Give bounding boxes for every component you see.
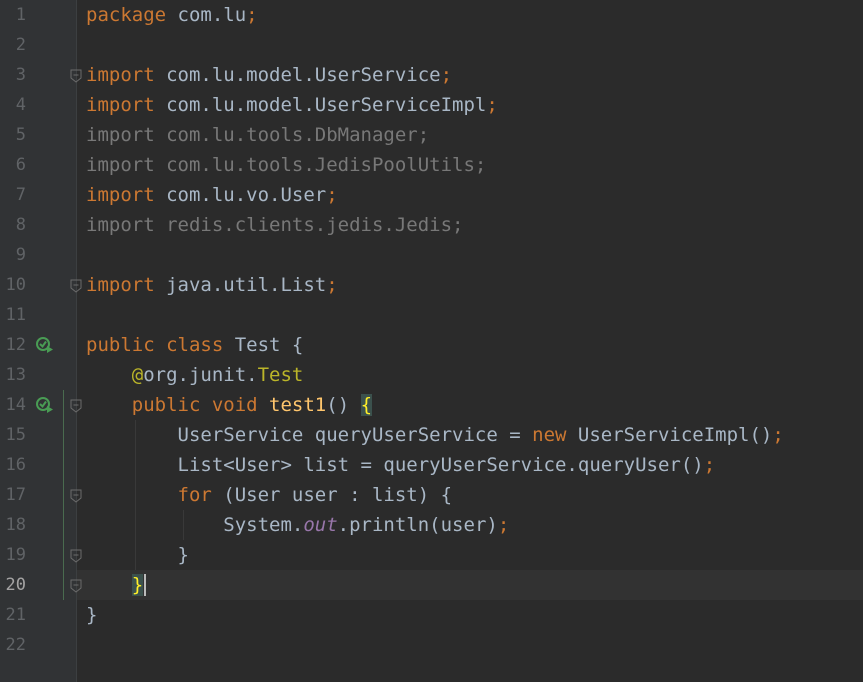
- code-token: package: [86, 4, 178, 26]
- code-token: com.lu.vo.User: [166, 184, 327, 206]
- code-token: ;: [497, 514, 510, 536]
- code-token: UserService queryUserService =: [86, 424, 533, 446]
- code-token: (User user : list) {: [223, 484, 453, 506]
- code-line[interactable]: package com.lu;: [86, 0, 258, 30]
- code-token: }: [86, 604, 98, 626]
- method-scope-marker: [63, 390, 64, 600]
- line-number: 4: [15, 95, 26, 115]
- code-token: org.junit.: [143, 364, 258, 386]
- code-token: UserServiceImpl(): [577, 424, 773, 446]
- code-token: import: [86, 94, 167, 116]
- fold-toggle-icon[interactable]: [70, 488, 82, 503]
- line-number: 16: [5, 455, 26, 475]
- fold-toggle-icon[interactable]: [70, 278, 82, 293]
- code-line[interactable]: import java.util.List;: [86, 270, 338, 300]
- code-token: }: [131, 574, 144, 596]
- current-line-highlight: [77, 570, 863, 600]
- code-token: ;: [326, 184, 338, 206]
- code-token: ;: [326, 274, 338, 296]
- line-number: 13: [5, 365, 26, 385]
- code-line[interactable]: }: [86, 600, 97, 630]
- line-number: 19: [5, 545, 26, 565]
- code-line[interactable]: UserService queryUserService = new UserS…: [86, 420, 784, 450]
- code-token: test1: [269, 394, 327, 416]
- line-number: 9: [15, 245, 26, 265]
- code-token: ;: [703, 454, 716, 476]
- code-token: import: [86, 184, 167, 206]
- code-token: import com.lu.tools.DbManager;: [86, 124, 430, 146]
- code-token: public class: [86, 334, 235, 356]
- line-number: 10: [5, 275, 26, 295]
- code-line[interactable]: public void test1() {: [86, 390, 373, 420]
- line-number: 14: [5, 395, 26, 415]
- code-token: @: [131, 364, 144, 386]
- code-token: System.: [86, 514, 304, 536]
- code-token: out: [303, 514, 338, 536]
- code-line[interactable]: for (User user : list) {: [86, 480, 453, 510]
- code-token: {: [360, 394, 373, 416]
- code-line[interactable]: import redis.clients.jedis.Jedis;: [86, 210, 464, 240]
- code-editor[interactable]: 1 package com.lu; 2 3 import com.lu.model.Us…: [0, 0, 863, 682]
- fold-toggle-icon[interactable]: [70, 68, 82, 83]
- line-number: 8: [15, 215, 26, 235]
- code-token: for: [177, 484, 224, 506]
- code-line[interactable]: import com.lu.tools.DbManager;: [86, 120, 429, 150]
- line-number: 20: [5, 575, 26, 595]
- code-token: ;: [246, 4, 258, 26]
- code-token: }: [86, 544, 189, 566]
- code-token: java.util.List: [166, 274, 327, 296]
- line-number: 2: [15, 35, 26, 55]
- code-line[interactable]: import com.lu.model.UserServiceImpl;: [86, 90, 498, 120]
- code-line[interactable]: import com.lu.vo.User;: [86, 180, 338, 210]
- line-number: 15: [5, 425, 26, 445]
- code-line[interactable]: import com.lu.tools.JedisPoolUtils;: [86, 150, 486, 180]
- code-token: Test: [257, 364, 304, 386]
- fold-toggle-icon[interactable]: [70, 548, 82, 563]
- code-token: com.lu: [177, 4, 247, 26]
- code-token: import: [86, 64, 167, 86]
- code-token: com.lu.model.UserService: [166, 64, 441, 86]
- code-line[interactable]: import com.lu.model.UserService;: [86, 60, 452, 90]
- code-token: import com.lu.tools.JedisPoolUtils;: [86, 154, 487, 176]
- code-token: new: [532, 424, 578, 446]
- line-number: 17: [5, 485, 26, 505]
- code-token: ;: [440, 64, 453, 86]
- code-token: ;: [772, 424, 784, 446]
- line-number: 7: [15, 185, 26, 205]
- code-line[interactable]: List<User> list = queryUserService.query…: [86, 450, 716, 480]
- code-token: Test {: [234, 334, 304, 356]
- code-token: com.lu.model.UserServiceImpl: [166, 94, 487, 116]
- code-line[interactable]: System.out.println(user);: [86, 510, 509, 540]
- code-token: (): [326, 394, 361, 416]
- code-token: import redis.clients.jedis.Jedis;: [86, 214, 464, 236]
- code-line[interactable]: }: [86, 540, 189, 570]
- code-token: .println(user): [337, 514, 498, 536]
- line-number: 12: [5, 335, 26, 355]
- line-number: 3: [15, 65, 26, 85]
- fold-toggle-icon[interactable]: [70, 578, 82, 593]
- fold-toggle-icon[interactable]: [70, 398, 82, 413]
- code-token: ;: [486, 94, 498, 116]
- code-token: List<User> list = queryUserService.query…: [86, 454, 704, 476]
- line-number: 5: [15, 125, 26, 145]
- code-line[interactable]: }: [86, 570, 144, 600]
- line-number: 22: [5, 635, 26, 655]
- code-line[interactable]: @org.junit.Test: [86, 360, 304, 390]
- line-number: 1: [15, 5, 26, 25]
- line-number: 18: [5, 515, 26, 535]
- code-token: import: [86, 274, 167, 296]
- line-number: 21: [5, 605, 26, 625]
- line-number: 11: [5, 305, 26, 325]
- line-number: 6: [15, 155, 26, 175]
- run-test-icon[interactable]: [36, 337, 53, 353]
- code-token: public void: [131, 394, 270, 416]
- code-line[interactable]: public class Test {: [86, 330, 303, 360]
- text-caret: [144, 574, 146, 596]
- run-test-icon[interactable]: [36, 397, 53, 413]
